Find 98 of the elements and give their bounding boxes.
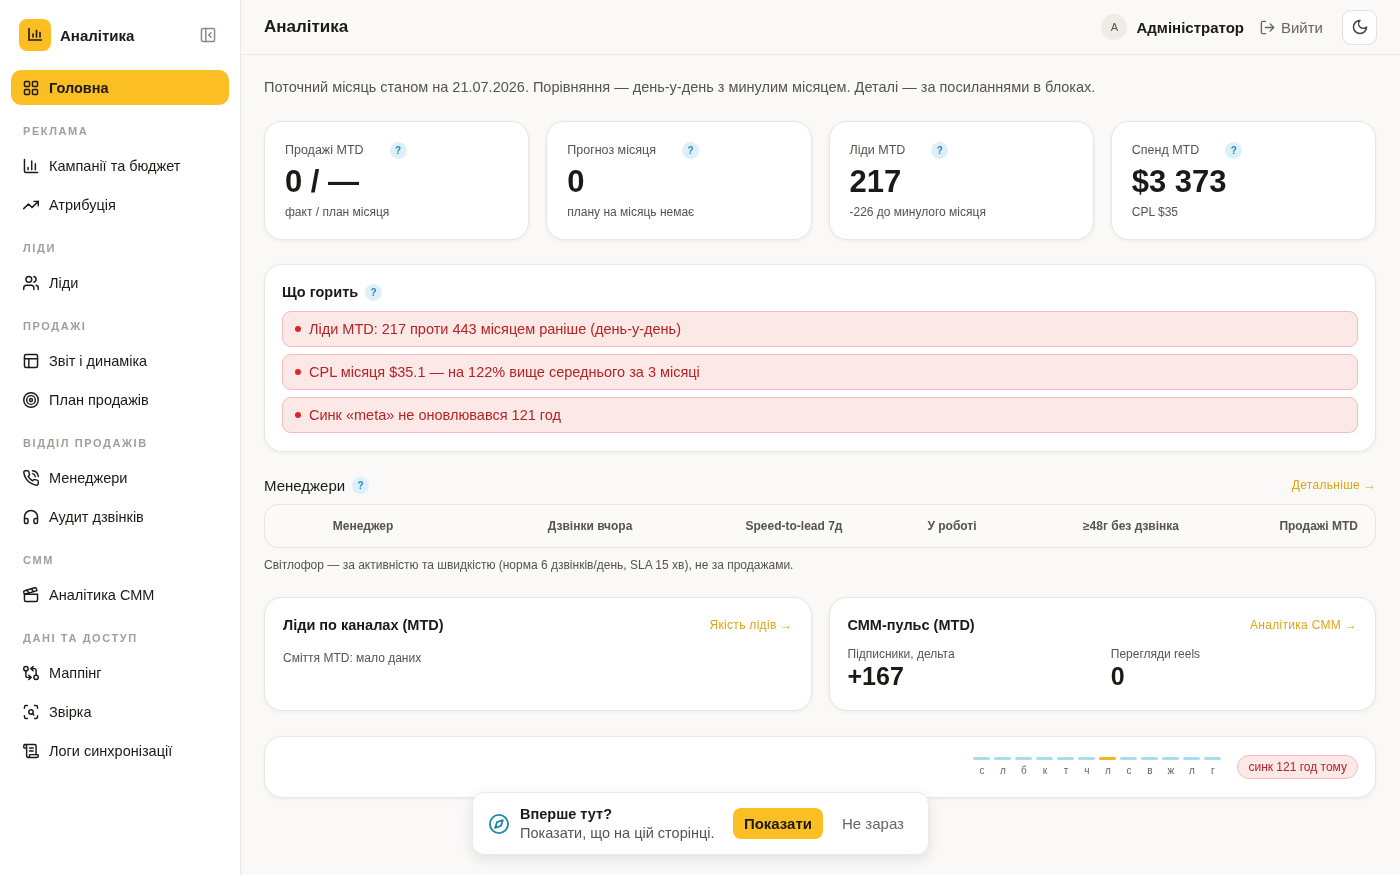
- metric-label: Підписники, дельта: [847, 646, 956, 662]
- help-button[interactable]: ?: [1225, 141, 1243, 159]
- nav-item[interactable]: Маппінг: [11, 653, 229, 692]
- kpi-note: CPL $35: [1131, 204, 1179, 220]
- column-header: Продажі MTD: [1279, 519, 1358, 533]
- month-label: л: [1105, 765, 1111, 777]
- tour-title: Вперше тут?: [520, 804, 613, 824]
- month-label: с: [1126, 765, 1132, 777]
- month-label: ж: [1167, 765, 1175, 777]
- kpi-label: Продажі MTD: [285, 143, 364, 157]
- nav-item[interactable]: Аналітика СММ: [11, 575, 229, 614]
- logo-icon: [19, 19, 51, 51]
- month-label: л: [1189, 765, 1195, 777]
- column-header: Дзвінки вчора: [547, 519, 633, 533]
- clapperboard-icon: [23, 586, 39, 603]
- nav-section-heading: СММ: [23, 553, 54, 567]
- month-label: л: [1000, 765, 1006, 777]
- kpi-label: Прогноз місяця: [567, 143, 656, 157]
- tour-text: Показати, що на цій сторінці.: [520, 823, 715, 843]
- kpi-value: 0: [567, 164, 586, 200]
- month-label: б: [1021, 765, 1027, 777]
- nav-section-heading: ЛІДИ: [23, 241, 56, 255]
- theme-toggle-button[interactable]: [1342, 9, 1377, 45]
- nav-item[interactable]: Логи синхронізації: [11, 731, 229, 770]
- swap-arrows-icon: [23, 664, 39, 681]
- user-name: Адміністратор: [1136, 18, 1244, 36]
- card-title: СММ-пульс (MTD): [847, 617, 975, 633]
- metric-value: +167: [847, 662, 905, 690]
- metric-value: 0: [1110, 662, 1126, 690]
- nav-item[interactable]: План продажів: [11, 380, 229, 419]
- alert-text: Ліди MTD: 217 проти 443 місяцем раніше (день-у-день): [309, 321, 681, 337]
- kpi-note: -226 до минулого місяця: [849, 204, 987, 220]
- month-label: к: [1042, 765, 1048, 777]
- month-label: с: [979, 765, 985, 777]
- nav-item[interactable]: Звіт і динаміка: [11, 341, 229, 380]
- section-title: Менеджери: [264, 476, 346, 494]
- column-header: У роботі: [927, 519, 977, 533]
- bullet-icon: [295, 326, 301, 332]
- intro-text: Поточний місяць станом на 21.07.2026. Порівняння — день-у-день з минулим місяцем. Деталі — за посиланнями в блоках.: [264, 78, 1097, 96]
- kpi-label: Спенд MTD: [1131, 143, 1200, 157]
- help-button[interactable]: ?: [365, 283, 383, 301]
- grid-icon: [23, 79, 39, 96]
- users-icon: [23, 274, 39, 291]
- nav-section-heading: РЕКЛАМА: [23, 124, 89, 138]
- help-button[interactable]: ?: [931, 141, 949, 159]
- user-avatar: А: [1101, 14, 1128, 40]
- logout-button[interactable]: Вийти: [1260, 18, 1323, 36]
- sync-status-pill: синк 121 год тому: [1237, 755, 1358, 779]
- nav-item[interactable]: Звірка: [11, 692, 229, 731]
- nav-item[interactable]: Атрибуція: [11, 185, 229, 224]
- table-icon: [23, 352, 39, 369]
- nav-item[interactable]: Ліди: [11, 263, 229, 302]
- column-header: Speed-to-lead 7д: [745, 519, 843, 533]
- compass-icon: [489, 813, 509, 834]
- nav-item[interactable]: Головна: [11, 70, 229, 105]
- metric-label: Перегляди reels: [1110, 646, 1202, 662]
- app-title: Аналітика: [60, 26, 135, 44]
- column-header: ≥48г без дзвінка: [1083, 519, 1179, 533]
- help-button[interactable]: ?: [352, 476, 370, 494]
- kpi-note: плану на місяць немає: [567, 204, 696, 220]
- column-header: Менеджер: [332, 519, 394, 533]
- month-label: т: [1063, 765, 1069, 777]
- table-note: Світлофор — за активністю та швидкістю (норма 6 дзвінків/день, SLA 15 хв), не за продажами.: [264, 557, 795, 573]
- kpi-value: 217: [849, 164, 903, 200]
- sidebar-collapse-icon[interactable]: [200, 27, 216, 43]
- nav-section-heading: ВІДДІЛ ПРОДАЖІВ: [23, 436, 148, 450]
- month-label: ч: [1084, 765, 1090, 777]
- show-tour-button[interactable]: Показати: [732, 808, 824, 839]
- nav-item[interactable]: Аудит дзвінків: [11, 497, 229, 536]
- logout-icon: [1260, 19, 1275, 35]
- bullet-icon: [295, 412, 301, 418]
- scan-icon: [23, 703, 39, 720]
- moon-icon: [1351, 19, 1368, 35]
- phone-icon: [23, 469, 39, 486]
- headphones-icon: [23, 508, 39, 525]
- nav-section-heading: ПРОДАЖІ: [23, 319, 87, 333]
- nav-item[interactable]: Кампанії та бюджет: [11, 146, 229, 185]
- alert-text: Синк «meta» не оновлювався 121 год: [309, 407, 561, 423]
- kpi-label: Ліди MTD: [849, 143, 906, 157]
- help-button[interactable]: ?: [389, 141, 407, 159]
- bar-chart-icon: [23, 157, 39, 174]
- month-label: г: [1211, 765, 1215, 777]
- month-label: в: [1147, 765, 1153, 777]
- kpi-note: факт / план місяця: [285, 204, 391, 220]
- page-title: Аналітика: [264, 17, 349, 37]
- card-title: Ліди по каналах (MTD): [283, 617, 444, 633]
- target-icon: [23, 391, 39, 408]
- nav-section-heading: ДАНІ ТА ДОСТУП: [23, 631, 138, 645]
- kpi-value: $3 373: [1131, 164, 1228, 200]
- dismiss-button[interactable]: Не зараз: [834, 811, 912, 836]
- alert-text: CPL місяця $35.1 — на 122% вище середнього за 3 місяці: [309, 364, 700, 380]
- help-button[interactable]: ?: [681, 141, 699, 159]
- section-title: Що горить: [282, 284, 359, 300]
- scroll-icon: [23, 742, 39, 759]
- bullet-icon: [295, 369, 301, 375]
- nav-item[interactable]: Менеджери: [11, 458, 229, 497]
- kpi-value: 0 / —: [285, 164, 361, 200]
- empty-note: Сміття MTD: мало даних: [283, 650, 423, 666]
